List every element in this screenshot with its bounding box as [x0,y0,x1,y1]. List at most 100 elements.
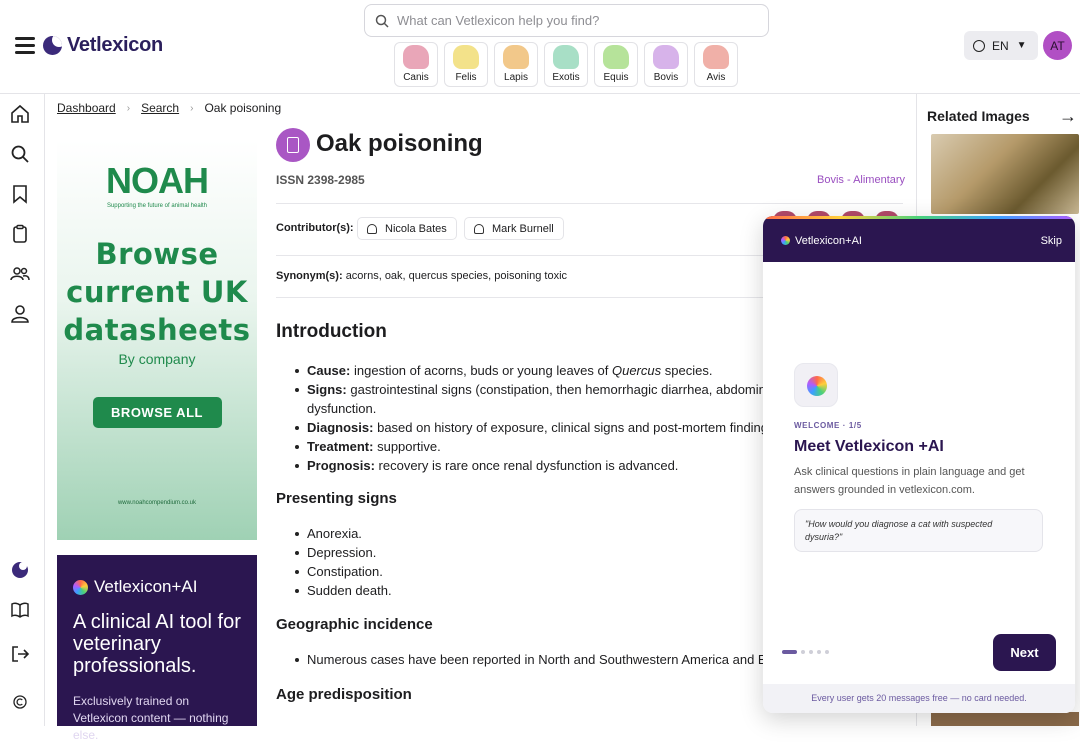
breadcrumb-link-dashboard[interactable]: Dashboard [57,101,116,115]
section-heading-geographic-incidence: Geographic incidence [276,616,433,633]
related-image-thumbnail[interactable] [931,134,1079,214]
app-name: Vetlexicon [67,34,163,56]
list-item: Diagnosis: based on history of exposure,… [295,420,775,435]
contributors-label: Contributor(s): [276,222,354,234]
search-bar[interactable] [364,4,769,37]
user-avatar[interactable]: AT [1043,31,1072,60]
species-label: Felis [455,72,477,83]
section-heading-age-predisposition: Age predisposition [276,686,412,703]
book-icon[interactable] [10,600,30,620]
pagination-dots [782,650,829,654]
vetlexicon-ai-advert[interactable]: Vetlexicon+AI A clinical AI tool for vet… [57,555,257,742]
language-selector[interactable]: EN ▼ [964,31,1038,60]
noah-by-company: By company [118,351,196,367]
logo-mark-icon [43,36,62,55]
species-exotis[interactable]: Exotis [544,42,588,87]
noah-tagline: Supporting the future of animal health [106,203,208,209]
ai-logo-icon [781,236,790,245]
synonyms: Synonym(s): acorns, oak, quercus species… [276,270,567,282]
horse-icon [603,45,629,69]
skip-button[interactable]: Skip [1041,235,1062,247]
search-icon[interactable] [10,144,30,164]
breadcrumb-current: Oak poisoning [204,101,282,115]
noah-url: www.noahcompendium.co.uk [117,500,197,506]
noah-line2: current UK [66,275,248,309]
category-link[interactable]: Bovis - Alimentary [817,174,905,186]
contributor-name: Mark Burnell [492,222,554,235]
pagination-dot[interactable] [809,650,813,654]
cow-icon [653,45,679,69]
divider [276,203,903,204]
vetlexicon-ai-icon[interactable] [10,560,30,580]
bookmark-icon[interactable] [10,184,30,204]
section-heading-presenting-signs: Presenting signs [276,490,397,507]
cat-icon [453,45,479,69]
species-label: Bovis [653,72,679,83]
copyright-icon[interactable] [10,692,30,712]
onboarding-modal: Vetlexicon+AI Skip WELCOME · 1/5 Meet Ve… [763,216,1075,713]
modal-heading: Meet Vetlexicon +AI [794,438,944,455]
species-canis[interactable]: Canis [394,42,438,87]
list-item: Anorexia. [295,524,392,543]
modal-header: Vetlexicon+AI Skip [763,216,1075,262]
noah-advert[interactable]: NOAH Supporting the future of animal hea… [57,140,257,540]
pagination-dot[interactable] [782,650,797,654]
species-avis[interactable]: Avis [694,42,738,87]
species-felis[interactable]: Felis [444,42,488,87]
contributor-chip[interactable]: Mark Burnell [464,217,564,240]
breadcrumb-link-search[interactable]: Search [141,101,179,115]
species-label: Exotis [552,72,580,83]
search-icon [375,14,389,28]
search-input[interactable] [397,13,757,28]
page-title: Oak poisoning [316,130,483,157]
chevron-right-icon: › [126,102,131,114]
list-item: Depression. [295,543,392,562]
logo[interactable]: Vetlexicon [43,34,163,57]
ai-subtext: Exclusively trained on Vetlexicon conten… [73,694,229,742]
next-button[interactable]: Next [993,634,1056,671]
pagination-dot[interactable] [825,650,829,654]
collapse-panel-icon[interactable]: → [1059,106,1077,127]
ai-sparkle-icon [794,363,838,407]
issn: ISSN 2398-2985 [276,173,365,187]
related-image-thumbnail[interactable] [931,712,1079,726]
modal-footer: Every user gets 20 messages free — no ca… [763,684,1075,713]
synonyms-value: acorns, oak, quercus species, poisoning … [345,270,568,282]
list-item: Constipation. [295,562,392,581]
pagination-dot[interactable] [801,650,805,654]
species-selector: Canis Felis Lapis Exotis Equis Bovis Avi… [394,42,738,87]
dog-icon [403,45,429,69]
modal-brand: Vetlexicon+AI [781,235,1041,247]
clipboard-icon[interactable] [10,224,30,244]
list-item: Signs: gastrointestinal signs (constipat… [295,382,774,397]
list-item-continuation: dysfunction. [307,401,377,416]
list-item: Sudden death. [295,583,392,598]
home-icon[interactable] [10,104,30,124]
geographic-list: Numerous cases have been reported in Nor… [294,650,779,669]
left-rail [0,94,45,726]
chevron-right-icon: › [190,102,194,114]
noah-logo: NOAH [106,160,209,201]
ai-logo-icon [73,579,88,595]
menu-icon[interactable] [15,37,35,54]
contributor-chip[interactable]: Nicola Bates [357,217,457,240]
list-item: Treatment: supportive. [295,437,775,456]
logout-icon[interactable] [10,644,30,664]
users-icon[interactable] [10,264,30,284]
modal-body: Ask clinical questions in plain language… [794,466,1025,496]
browse-all-button[interactable]: BROWSE ALL [92,397,222,428]
noah-headline: Browse current UK datasheets [57,235,257,349]
presenting-signs-list: Anorexia. Depression. Constipation. Sudd… [295,524,392,600]
user-icon[interactable] [10,304,30,324]
list-item: Numerous cases have been reported in Nor… [294,652,779,667]
modal-brand-text: Vetlexicon+AI [795,234,862,247]
introduction-list: Cause: ingestion of acorns, buds or youn… [295,361,775,475]
species-label: Equis [603,72,629,83]
species-label: Canis [403,72,429,83]
species-bovis[interactable]: Bovis [644,42,688,87]
species-lapis[interactable]: Lapis [494,42,538,87]
noah-line3: datasheets [63,313,251,347]
chevron-down-icon: ▼ [1016,40,1027,51]
pagination-dot[interactable] [817,650,821,654]
species-equis[interactable]: Equis [594,42,638,87]
